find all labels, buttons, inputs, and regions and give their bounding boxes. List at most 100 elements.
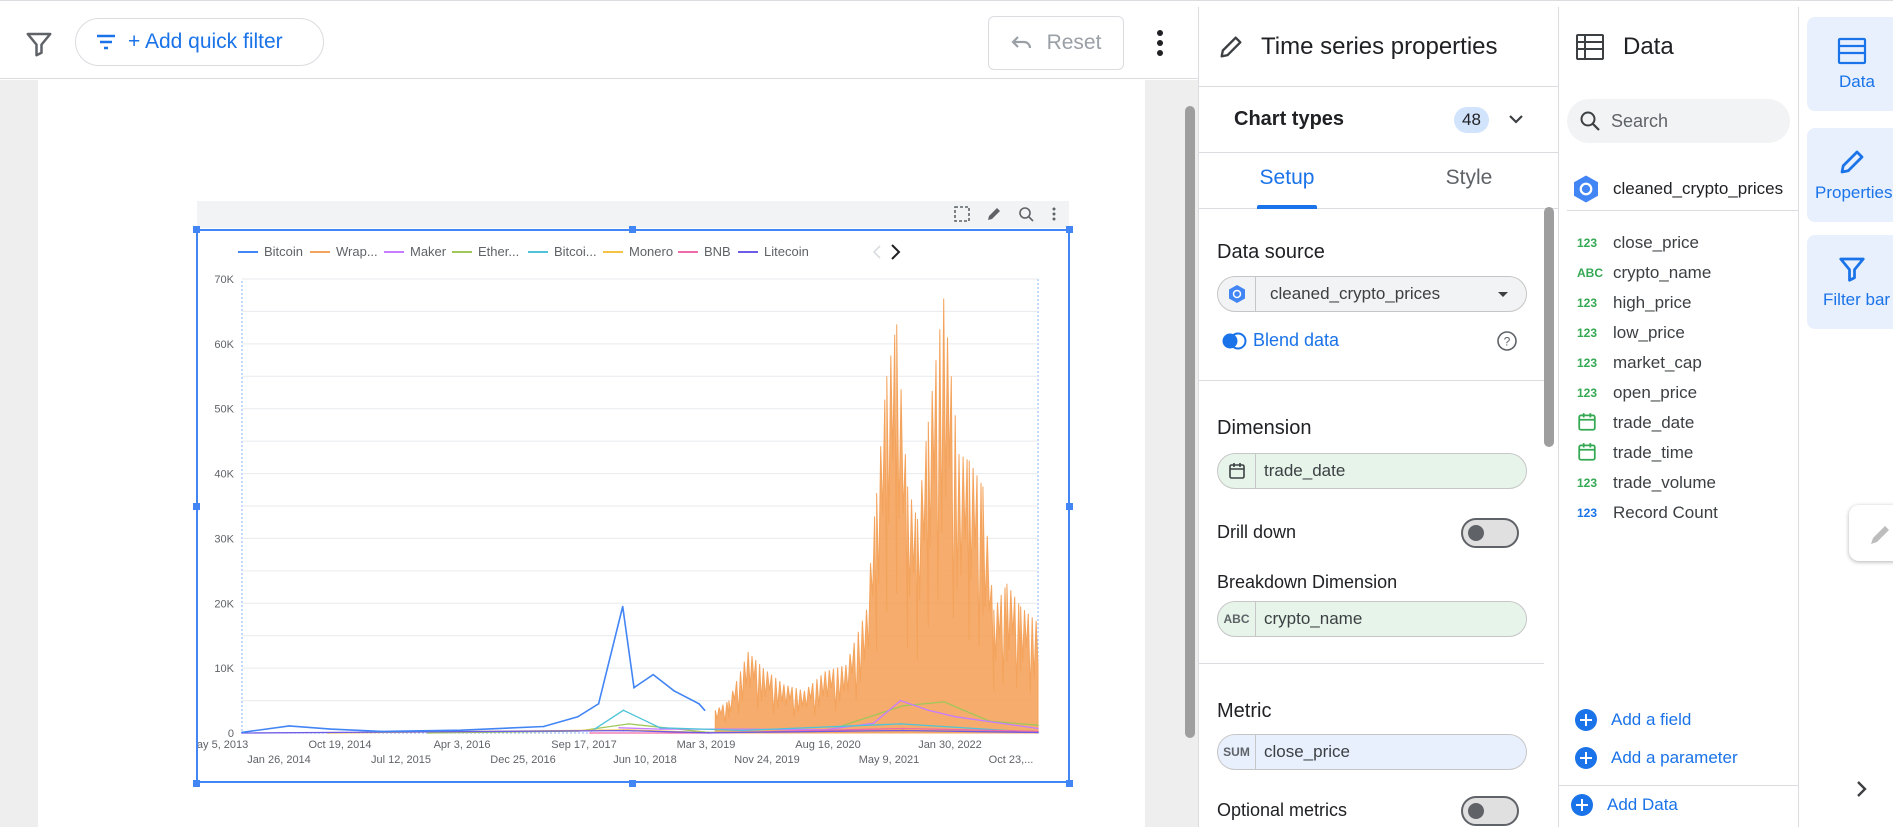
- x-tick-label: Jul 12, 2015: [371, 754, 431, 766]
- tab-style[interactable]: Style: [1389, 153, 1549, 209]
- data-point: [1037, 727, 1039, 730]
- more-options-icon[interactable]: [1148, 25, 1172, 61]
- help-icon[interactable]: ?: [1496, 330, 1518, 352]
- canvas-scrollbar[interactable]: [1185, 106, 1195, 738]
- chevron-down-icon[interactable]: [1504, 107, 1528, 131]
- data-point: [955, 715, 957, 718]
- select-area-icon[interactable]: [953, 205, 971, 223]
- time-series-chart[interactable]: 70K60K50K40K30K20K10K0May 5, 2013Oct 19,…: [196, 229, 1070, 783]
- add-quick-filter-button[interactable]: + Add quick filter: [75, 18, 324, 66]
- rocket-fab[interactable]: [1849, 505, 1893, 561]
- breakdown-dimension-label: Breakdown Dimension: [1217, 572, 1398, 592]
- x-tick-label: May 9, 2021: [859, 754, 920, 766]
- data-point: [241, 731, 243, 734]
- data-point: [460, 729, 462, 732]
- field-item[interactable]: 123 close_price: [1577, 227, 1699, 259]
- add-data-button[interactable]: Add Data: [1569, 792, 1678, 818]
- data-point: [1037, 724, 1039, 727]
- add-quick-filter-label: + Add quick filter: [128, 30, 283, 53]
- data-point: [872, 722, 875, 725]
- field-item[interactable]: trade_date: [1577, 407, 1694, 439]
- legend-label: Wrap...: [336, 244, 378, 259]
- add-parameter-button[interactable]: Add a parameter: [1573, 745, 1738, 771]
- field-item[interactable]: ABC crypto_name: [1577, 257, 1711, 289]
- zoom-icon[interactable]: [1017, 205, 1035, 223]
- y-tick-label: 40K: [214, 469, 234, 481]
- rail-filter-bar-button[interactable]: Filter bar: [1807, 235, 1893, 329]
- data-source-select[interactable]: cleaned_crypto_prices: [1217, 276, 1527, 312]
- field-search-input[interactable]: Search: [1567, 99, 1790, 143]
- field-item[interactable]: 123 trade_volume: [1577, 467, 1716, 499]
- field-item[interactable]: 123 high_price: [1577, 287, 1691, 319]
- field-item[interactable]: 123 low_price: [1577, 317, 1685, 349]
- x-tick-label: Oct 19, 2014: [309, 739, 372, 751]
- field-type-icon: 123: [1577, 476, 1598, 490]
- data-source-label: Data source: [1217, 241, 1325, 263]
- field-item[interactable]: trade_time: [1577, 437, 1693, 469]
- data-source-row[interactable]: cleaned_crypto_prices: [1567, 167, 1799, 211]
- add-circle-icon: [1575, 747, 1597, 769]
- rail-data-button[interactable]: Data: [1807, 17, 1893, 111]
- resize-handle[interactable]: [1066, 780, 1073, 787]
- field-type-icon: ABC: [1577, 266, 1603, 280]
- breakdown-field-chip[interactable]: ABC crypto_name: [1217, 601, 1527, 637]
- legend-label: Bitcoin: [264, 244, 303, 259]
- resize-handle[interactable]: [1066, 226, 1073, 233]
- chevron-right-icon[interactable]: [1849, 777, 1873, 801]
- optional-metrics-toggle[interactable]: [1461, 796, 1519, 826]
- legend-label: Ether...: [478, 244, 519, 259]
- reset-label: Reset: [1046, 31, 1102, 54]
- legend-prev-icon: [872, 245, 881, 259]
- properties-title: Time series properties: [1261, 32, 1498, 60]
- optional-metrics-label: Optional metrics: [1217, 800, 1348, 820]
- edit-icon[interactable]: [985, 205, 1003, 223]
- chart-more-icon[interactable]: [1049, 205, 1059, 223]
- table-icon: [1576, 34, 1604, 60]
- properties-scrollbar[interactable]: [1544, 207, 1554, 447]
- field-item[interactable]: 123 market_cap: [1577, 347, 1702, 379]
- dimension-field-chip[interactable]: trade_date: [1217, 453, 1527, 489]
- resize-handle[interactable]: [193, 780, 200, 787]
- data-point: [943, 701, 945, 703]
- metric-aggregation[interactable]: SUM: [1218, 735, 1256, 769]
- rail-filter-bar-label: Filter bar: [1823, 290, 1891, 309]
- drill-down-toggle[interactable]: [1461, 518, 1519, 548]
- x-tick-label: Dec 25, 2016: [490, 754, 555, 766]
- resize-handle[interactable]: [193, 503, 200, 510]
- data-point: [577, 715, 579, 718]
- blend-icon: [1222, 332, 1247, 349]
- chart-types-selector[interactable]: Chart types 48: [1199, 87, 1559, 153]
- filter-list-icon: [97, 34, 115, 50]
- data-point: [899, 699, 902, 702]
- field-name: Record Count: [1613, 503, 1718, 522]
- properties-panel: Time series properties Chart types 48 Se…: [1198, 7, 1559, 827]
- filter-icon[interactable]: [24, 29, 54, 59]
- legend-label: Maker: [410, 244, 447, 259]
- resize-handle[interactable]: [629, 226, 636, 233]
- resize-handle[interactable]: [629, 780, 636, 787]
- legend-label: BNB: [704, 244, 731, 259]
- metric-field-chip[interactable]: SUM close_price: [1217, 734, 1527, 770]
- tab-setup[interactable]: Setup: [1207, 153, 1367, 209]
- resize-handle[interactable]: [193, 226, 200, 233]
- rail-properties-button[interactable]: Properties: [1807, 128, 1893, 222]
- data-point: [703, 709, 706, 712]
- legend-label: Bitcoi...: [554, 244, 597, 259]
- field-type-icon: 123: [1577, 326, 1598, 340]
- field-type-icon: 123: [1577, 356, 1598, 370]
- resize-handle[interactable]: [1066, 503, 1073, 510]
- data-point: [288, 725, 290, 727]
- data-point: [597, 703, 600, 705]
- field-name: trade_time: [1613, 443, 1694, 462]
- x-tick-label: Aug 16, 2020: [795, 739, 860, 751]
- field-item[interactable]: 123 Record Count: [1577, 497, 1718, 529]
- drill-down-label: Drill down: [1217, 522, 1297, 542]
- reset-button[interactable]: Reset: [988, 16, 1124, 70]
- field-item[interactable]: 123 open_price: [1577, 377, 1697, 409]
- data-point: [621, 605, 624, 608]
- blend-data-link[interactable]: Blend data: [1221, 330, 1339, 351]
- data-panel-divider: [1559, 785, 1799, 786]
- add-field-button[interactable]: Add a field: [1573, 707, 1691, 733]
- add-field-label: Add a field: [1611, 710, 1692, 729]
- data-point: [622, 729, 624, 732]
